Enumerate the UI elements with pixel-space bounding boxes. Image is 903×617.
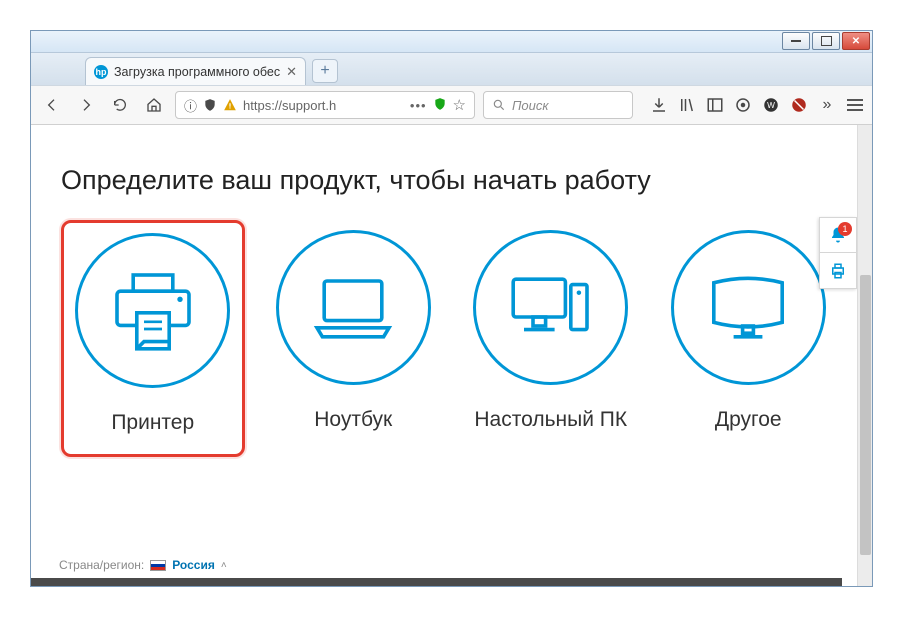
notifications-button[interactable]: 1 xyxy=(819,217,857,253)
extension-adblock-icon[interactable] xyxy=(790,96,808,114)
product-circle xyxy=(473,230,628,385)
extension-dark-icon[interactable]: W xyxy=(762,96,780,114)
product-circle xyxy=(276,230,431,385)
bookmark-star-icon[interactable]: ☆ xyxy=(453,96,466,114)
address-bar[interactable]: ⓘ https://support.h ••• ☆ xyxy=(175,91,475,119)
product-label: Настольный ПК xyxy=(474,407,627,433)
downloads-icon[interactable] xyxy=(650,96,668,114)
hp-favicon-icon: hp xyxy=(94,65,108,79)
home-button[interactable] xyxy=(141,92,167,118)
browser-window: hp Загрузка программного обес ✕ + ⓘ http… xyxy=(30,30,873,587)
search-placeholder: Поиск xyxy=(512,98,549,113)
window-maximize-button[interactable] xyxy=(812,32,840,50)
vertical-scrollbar[interactable] xyxy=(857,125,872,586)
product-circle xyxy=(671,230,826,385)
display-curved-icon xyxy=(703,263,793,353)
region-selector[interactable]: Страна/регион: Россия ˄ xyxy=(59,558,227,572)
svg-text:W: W xyxy=(767,101,775,110)
tab-title: Загрузка программного обес xyxy=(114,65,280,79)
product-label: Другое xyxy=(715,407,782,433)
window-close-button[interactable] xyxy=(842,32,870,50)
product-card-desktop[interactable]: Настольный ПК xyxy=(462,220,640,457)
product-card-printer[interactable]: Принтер xyxy=(61,220,245,457)
print-small-icon xyxy=(829,262,847,280)
back-button[interactable] xyxy=(39,92,65,118)
product-label: Принтер xyxy=(111,410,194,436)
page-heading: Определите ваш продукт, чтобы начать раб… xyxy=(61,165,837,196)
reload-button[interactable] xyxy=(107,92,133,118)
product-label: Ноутбук xyxy=(314,407,392,433)
tab-close-icon[interactable]: ✕ xyxy=(286,64,297,80)
shield-icon[interactable] xyxy=(203,98,217,112)
chevron-up-icon: ˄ xyxy=(221,560,227,571)
library-icon[interactable] xyxy=(678,96,696,114)
printer-icon xyxy=(108,266,198,356)
browser-tab[interactable]: hp Загрузка программного обес ✕ xyxy=(85,57,306,85)
forward-button[interactable] xyxy=(73,92,99,118)
browser-toolbar: ⓘ https://support.h ••• ☆ Поиск xyxy=(31,85,872,125)
search-box[interactable]: Поиск xyxy=(483,91,633,119)
print-page-button[interactable] xyxy=(819,253,857,289)
new-tab-button[interactable]: + xyxy=(312,59,338,83)
arrow-left-icon xyxy=(44,97,60,113)
region-prefix: Страна/регион: xyxy=(59,558,144,572)
arrow-right-icon xyxy=(78,97,94,113)
overflow-chevrons-icon[interactable]: » xyxy=(818,96,836,114)
app-menu-button[interactable] xyxy=(846,99,864,111)
extension-circle-icon[interactable] xyxy=(734,96,752,114)
url-text: https://support.h xyxy=(243,98,404,113)
laptop-icon xyxy=(308,263,398,353)
scrollbar-thumb[interactable] xyxy=(860,275,871,555)
home-icon xyxy=(146,97,162,113)
window-minimize-button[interactable] xyxy=(782,32,810,50)
tab-strip: hp Загрузка программного обес ✕ + xyxy=(31,53,872,85)
reload-icon xyxy=(112,97,128,113)
content-area: Определите ваш продукт, чтобы начать раб… xyxy=(31,125,872,586)
footer-stripe xyxy=(31,578,842,586)
flag-russia-icon xyxy=(150,560,166,571)
lock-warning-icon[interactable] xyxy=(223,98,237,112)
region-name: Россия xyxy=(172,558,215,572)
toolbar-extensions: W » xyxy=(650,96,864,114)
page-body: Определите ваш продукт, чтобы начать раб… xyxy=(31,125,857,586)
desktop-icon xyxy=(506,263,596,353)
window-titlebar xyxy=(31,31,872,53)
protection-badge-icon[interactable] xyxy=(433,97,447,114)
page-actions-icon[interactable]: ••• xyxy=(410,98,427,113)
product-category-row: Принтер Ноутбук xyxy=(61,220,837,457)
product-circle xyxy=(75,233,230,388)
product-card-other[interactable]: Другое xyxy=(660,220,838,457)
sidebar-icon[interactable] xyxy=(706,96,724,114)
notification-count-badge: 1 xyxy=(838,222,852,236)
product-card-laptop[interactable]: Ноутбук xyxy=(265,220,443,457)
search-icon xyxy=(492,98,506,112)
side-action-panel: 1 xyxy=(819,217,857,289)
site-info-icon[interactable]: ⓘ xyxy=(184,96,197,115)
